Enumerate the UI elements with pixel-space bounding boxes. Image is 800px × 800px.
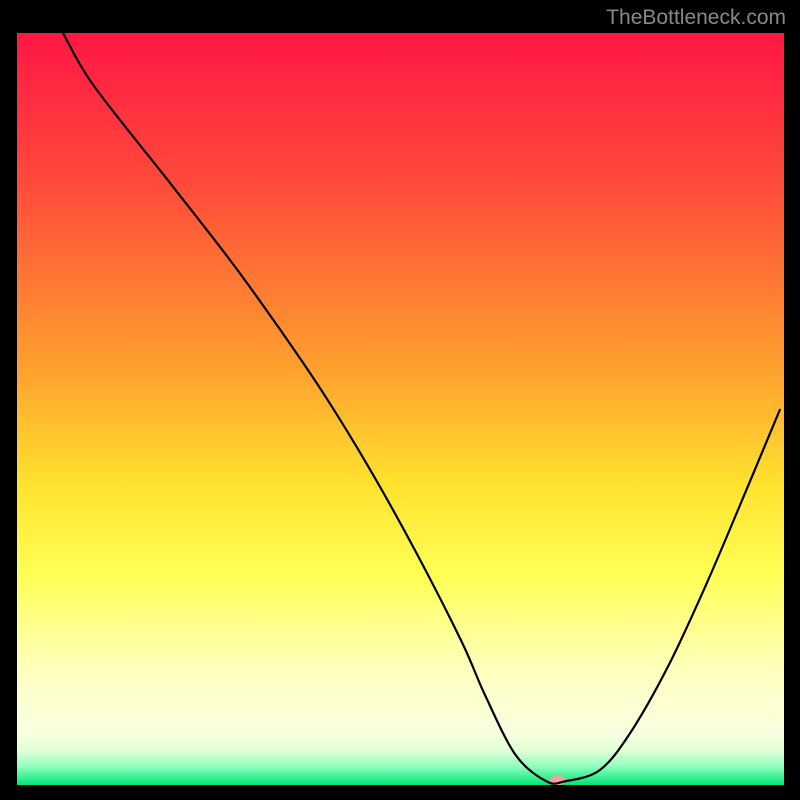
gradient-background	[17, 33, 784, 785]
watermark-text: TheBottleneck.com	[606, 6, 786, 30]
plot-svg	[17, 33, 784, 785]
plot-area	[17, 33, 784, 785]
chart-frame: TheBottleneck.com	[0, 0, 800, 800]
